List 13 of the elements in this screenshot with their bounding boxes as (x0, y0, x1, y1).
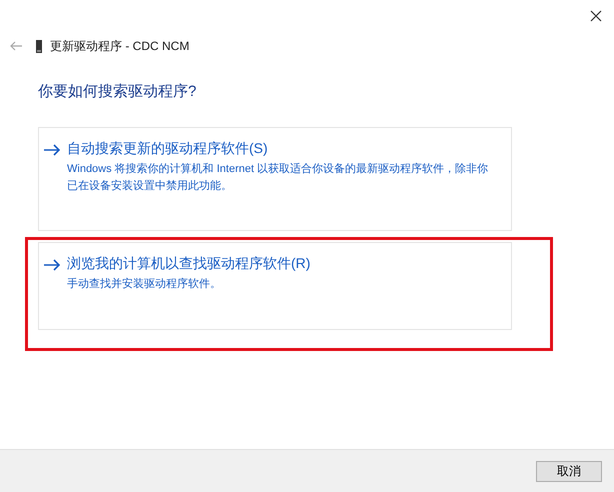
window-title: 更新驱动程序 - CDC NCM (50, 38, 190, 54)
device-icon (36, 40, 42, 52)
close-icon[interactable] (590, 10, 602, 22)
arrow-icon (43, 144, 61, 156)
option-description: 手动查找并安装驱动程序软件。 (67, 276, 222, 292)
cancel-button[interactable]: 取消 (536, 460, 602, 482)
option-title: 自动搜索更新的驱动程序软件(S) (67, 140, 269, 158)
option-title: 浏览我的计算机以查找驱动程序软件(R) (67, 255, 310, 273)
option-card[interactable]: 自动搜索更新的驱动程序软件(S) Windows 将搜索你的计算机和 Internet 以获取适合你设备的最新驱动程序软件，除非你已在设备安装设置中禁用此功能。 (38, 127, 512, 231)
option-description: Windows 将搜索你的计算机和 Internet 以获取适合你设备的最新驱动程序软件，除非你已在设备安装设置中禁用此功能。 (67, 162, 490, 194)
page-heading: 你要如何搜索驱动程序? (38, 82, 198, 101)
option-card[interactable]: 浏览我的计算机以查找驱动程序软件(R) 手动查找并安装驱动程序软件。 (38, 242, 512, 330)
arrow-icon (43, 259, 61, 271)
